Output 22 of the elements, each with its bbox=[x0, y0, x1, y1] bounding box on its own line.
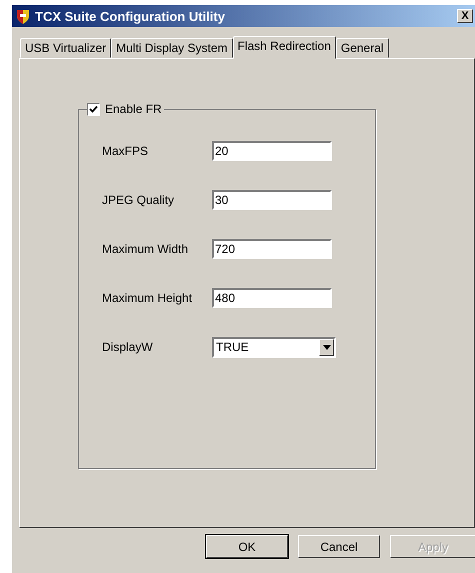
input-field[interactable]: 30 bbox=[212, 190, 332, 210]
input-field[interactable]: 720 bbox=[212, 239, 332, 259]
tab[interactable]: General bbox=[336, 38, 389, 58]
field-label: MaxFPS bbox=[102, 144, 150, 158]
field-label: Maximum Width bbox=[102, 242, 190, 256]
dialog-button[interactable]: OK bbox=[206, 535, 288, 558]
window-title: TCX Suite Configuration Utility bbox=[35, 8, 226, 24]
field-label: JPEG Quality bbox=[102, 193, 176, 207]
input-field[interactable]: 480 bbox=[212, 288, 332, 308]
close-button[interactable]: X bbox=[457, 9, 473, 23]
dialog-button[interactable]: Cancel bbox=[298, 535, 380, 558]
tab[interactable]: Flash Redirection bbox=[232, 36, 336, 59]
tab[interactable]: USB Virtualizer bbox=[20, 38, 112, 58]
enable-checkbox[interactable]: Enable FR bbox=[87, 102, 164, 116]
field-label: DisplayW bbox=[102, 340, 154, 354]
checkbox[interactable] bbox=[87, 102, 100, 116]
shield-icon bbox=[16, 8, 30, 24]
field-label: Maximum Height bbox=[102, 291, 194, 305]
input-field[interactable]: 20 bbox=[212, 141, 332, 161]
dropdown[interactable]: TRUE bbox=[212, 336, 336, 358]
checkbox-label: Enable FR bbox=[105, 102, 162, 116]
tab[interactable]: Multi Display System bbox=[111, 38, 232, 58]
